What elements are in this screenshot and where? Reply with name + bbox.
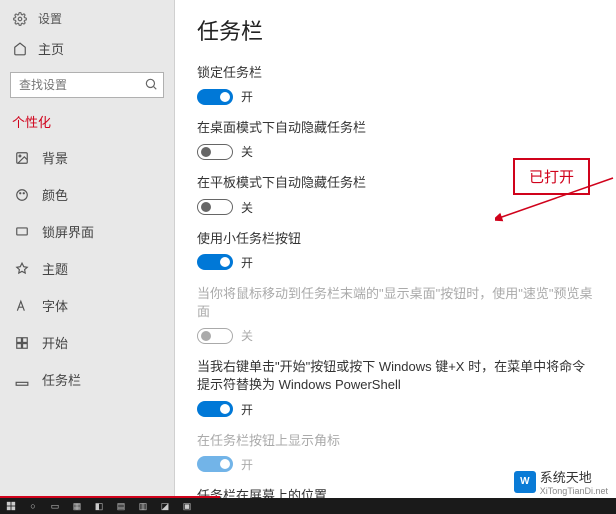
taskbar-app-icon[interactable]: ◪ [154,498,176,514]
taskbar-taskview-icon[interactable]: ▭ [44,498,66,514]
search-icon [144,77,158,91]
start-icon [14,335,30,351]
toggle-state-text: 开 [241,254,253,271]
toggle-state-text: 开 [241,88,253,105]
theme-icon [14,261,30,277]
setting-label: 当我右键单击"开始"按钮或按下 Windows 键+X 时，在菜单中将命令提示符… [197,358,594,394]
toggle-powershell[interactable] [197,401,233,417]
setting-label: 锁定任务栏 [197,64,594,82]
home-label: 主页 [38,39,64,58]
page-title: 任务栏 [197,14,594,46]
sidebar-item-taskbar[interactable]: 任务栏 [0,361,174,398]
setting-small-buttons: 使用小任务栏按钮 开 [197,230,594,271]
setting-label: 当你将鼠标移动到任务栏末端的"显示桌面"按钮时，使用"速览"预览桌面 [197,285,594,321]
annotation-callout: 已打开 [513,158,590,195]
lock-icon [14,224,30,240]
setting-peek-preview: 当你将鼠标移动到任务栏末端的"显示桌面"按钮时，使用"速览"预览桌面 关 [197,285,594,344]
setting-label: 使用小任务栏按钮 [197,230,594,248]
sidebar-item-label: 颜色 [42,185,68,204]
sidebar-item-lockscreen[interactable]: 锁屏界面 [0,213,174,250]
taskbar-app-icon[interactable]: ▥ [132,498,154,514]
toggle-state-text: 关 [241,143,253,160]
watermark-sub: XiTongTianDi.net [540,486,608,496]
sidebar-item-label: 任务栏 [42,370,81,389]
sidebar-item-label: 主题 [42,259,68,278]
taskbar-app-icon[interactable]: ▤ [110,498,132,514]
setting-autohide-desktop: 在桌面模式下自动隐藏任务栏 关 [197,119,594,160]
search-box [10,72,164,98]
toggle-state-text: 开 [241,456,253,473]
main-panel: 任务栏 锁定任务栏 开 在桌面模式下自动隐藏任务栏 关 在平板模式下自动隐藏任务… [175,0,616,498]
taskbar-app-icon[interactable]: ▦ [66,498,88,514]
sidebar-item-label: 开始 [42,333,68,352]
toggle-autohide-desktop[interactable] [197,144,233,160]
search-input[interactable] [10,72,164,98]
toggle-badges [197,456,233,472]
toggle-state-text: 关 [241,327,253,344]
windows-taskbar[interactable]: ○ ▭ ▦ ◧ ▤ ▥ ◪ ▣ [0,498,616,514]
sidebar: 设置 主页 个性化 背景 [0,0,175,498]
palette-icon [14,187,30,203]
font-icon [14,298,30,314]
gear-icon [12,11,28,27]
toggle-small-buttons[interactable] [197,254,233,270]
settings-label: 设置 [38,10,62,27]
setting-label: 在桌面模式下自动隐藏任务栏 [197,119,594,137]
taskbar-search-icon[interactable]: ○ [22,498,44,514]
watermark: W 系统天地 XiTongTianDi.net [514,467,608,496]
setting-lock-taskbar: 锁定任务栏 开 [197,64,594,105]
sidebar-item-colors[interactable]: 颜色 [0,176,174,213]
back-settings-row[interactable]: 设置 [0,6,174,31]
toggle-peek-preview [197,328,233,344]
watermark-title: 系统天地 [540,467,608,486]
sidebar-item-start[interactable]: 开始 [0,324,174,361]
sidebar-item-fonts[interactable]: 字体 [0,287,174,324]
home-icon [12,41,28,57]
taskbar-app-icon[interactable]: ◧ [88,498,110,514]
taskbar-app-icon[interactable]: ▣ [176,498,198,514]
taskbar-icon [14,372,30,388]
settings-window: 设置 主页 个性化 背景 [0,0,616,498]
toggle-state-text: 关 [241,199,253,216]
home-row[interactable]: 主页 [0,31,174,66]
sidebar-item-background[interactable]: 背景 [0,139,174,176]
watermark-logo: W [514,471,536,493]
sidebar-item-label: 字体 [42,296,68,315]
body-wrap: 设置 主页 个性化 背景 [0,0,616,498]
sidebar-item-themes[interactable]: 主题 [0,250,174,287]
toggle-lock-taskbar[interactable] [197,89,233,105]
image-icon [14,150,30,166]
sidebar-section-label: 个性化 [0,108,174,139]
sidebar-item-label: 锁屏界面 [42,222,94,241]
toggle-state-text: 开 [241,401,253,418]
toggle-autohide-tablet[interactable] [197,199,233,215]
setting-powershell: 当我右键单击"开始"按钮或按下 Windows 键+X 时，在菜单中将命令提示符… [197,358,594,417]
start-button[interactable] [0,498,22,514]
setting-label: 在任务栏按钮上显示角标 [197,432,594,450]
nav-list: 背景 颜色 锁屏界面 主题 字体 [0,139,174,398]
sidebar-item-label: 背景 [42,148,68,167]
